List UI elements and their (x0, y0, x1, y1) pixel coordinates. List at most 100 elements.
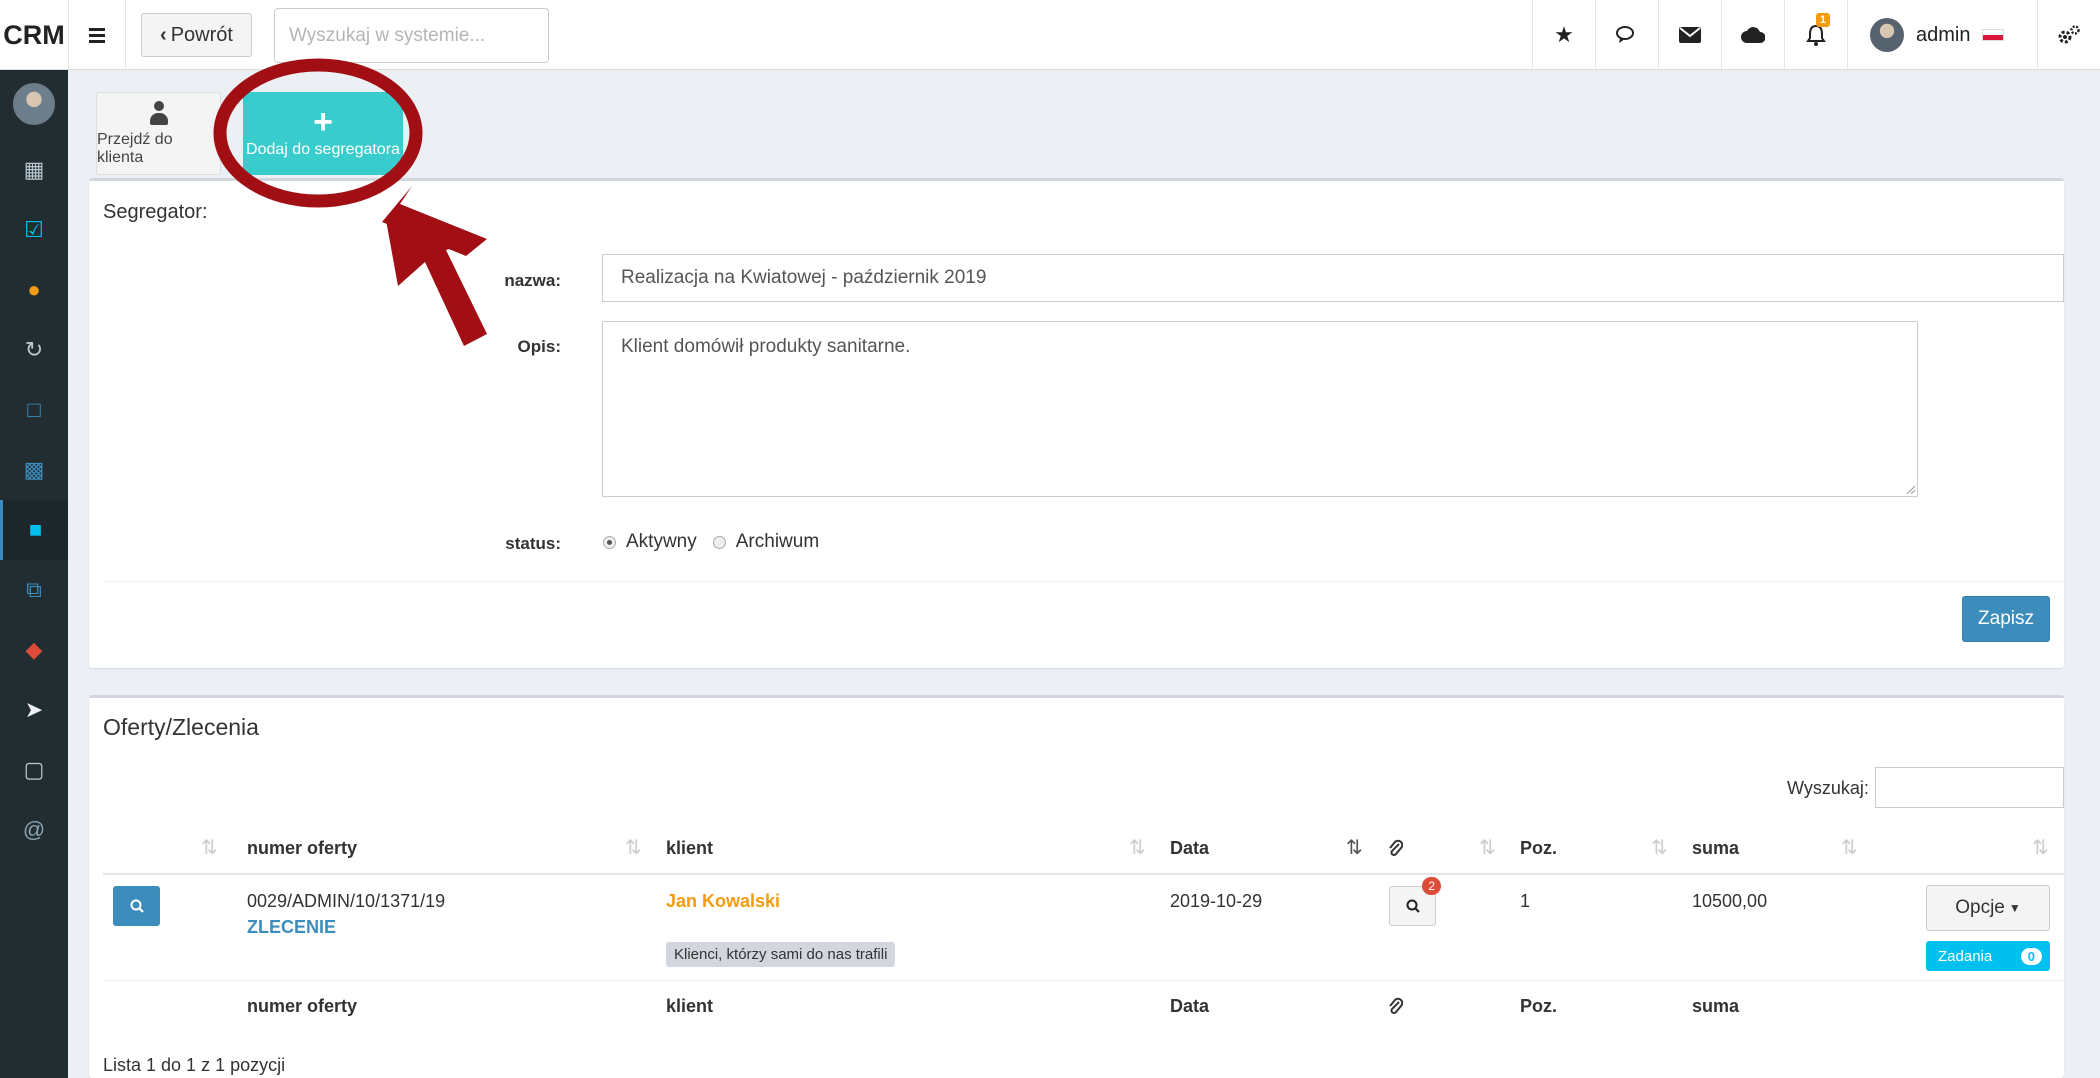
sidebar-item-refresh[interactable]: ↻ (0, 320, 68, 380)
form-divider (103, 581, 2064, 582)
chat-button[interactable] (1595, 0, 1658, 70)
sidebar-item-send[interactable]: ➤ (0, 680, 68, 740)
name-field[interactable]: Realizacja na Kwiatowej - październik 20… (602, 254, 2064, 302)
segregator-icon: ■ (28, 517, 43, 542)
settings-button[interactable] (2037, 0, 2100, 70)
back-button-label: Powrót (170, 23, 233, 46)
cloud-button[interactable] (1721, 0, 1784, 70)
column-header-positions[interactable]: Poz. (1520, 838, 1557, 859)
client-link[interactable]: Jan Kowalski (666, 891, 780, 912)
paperclip-icon (1389, 997, 1403, 1014)
chevron-left-icon: ‹ (160, 23, 167, 46)
brand-logo[interactable]: CRM (0, 0, 68, 70)
global-search-input[interactable] (274, 8, 549, 63)
save-button[interactable]: Zapisz (1962, 596, 2050, 642)
back-button[interactable]: ‹ Powrót (141, 13, 252, 57)
goto-client-button[interactable]: Przejdź do klienta (96, 92, 221, 175)
row-divider (103, 980, 2064, 981)
options-dropdown-button[interactable]: Opcje ▼ (1926, 885, 2050, 931)
offers-title: Oferty/Zlecenia (103, 714, 259, 740)
bell-icon (1806, 24, 1826, 46)
sort-icon[interactable]: ⇅ (1479, 835, 1496, 860)
at-icon: @ (22, 817, 46, 842)
offer-positions: 1 (1520, 891, 1531, 911)
description-value: Klient domówił produkty sanitarne. (621, 336, 911, 357)
sort-icon[interactable]: ⇅ (625, 835, 642, 860)
client-tag: Klienci, którzy sami do nas trafili (666, 942, 896, 967)
status-archive-radio[interactable] (712, 535, 726, 549)
calendar-icon: ▦ (23, 157, 45, 182)
paperclip-icon (1389, 839, 1403, 856)
sort-desc-icon[interactable]: ⇅ (1346, 835, 1363, 860)
footer-column-number: numer oferty (247, 996, 358, 1016)
offer-type-link[interactable]: ZLECENIE (247, 917, 336, 938)
sidebar-item-pdf[interactable]: ▩ (0, 440, 68, 500)
favorites-button[interactable]: ★ (1532, 0, 1595, 70)
segregator-title: Segregator: (103, 201, 208, 223)
ticket-icon: ◆ (25, 637, 43, 662)
sort-icon[interactable]: ⇅ (1651, 835, 1668, 860)
sort-icon[interactable]: ⇅ (2032, 835, 2049, 860)
attachments-button[interactable]: 2 (1389, 877, 1441, 926)
send-icon: ➤ (24, 697, 44, 722)
footer-column-client: klient (666, 996, 714, 1016)
star-icon: ★ (1554, 22, 1574, 47)
user-name: admin (1916, 23, 1971, 46)
footer-column-positions: Poz. (1520, 996, 1558, 1016)
offer-sum: 10500,00 (1692, 891, 1768, 911)
sidebar-item-users[interactable]: ● (0, 260, 68, 320)
footer-column-sum: suma (1692, 996, 1740, 1016)
sidebar-item-document[interactable]: □ (0, 380, 68, 440)
notification-badge: 1 (1815, 13, 1830, 27)
row-preview-button[interactable] (113, 886, 160, 926)
pagination-info: Lista 1 do 1 z 1 pozycji (103, 1055, 286, 1075)
envelope-icon (1679, 27, 1701, 43)
document-icon: □ (27, 397, 41, 422)
user-menu[interactable]: admin (1847, 0, 2037, 70)
sidebar-item-calendar[interactable]: ▦ (0, 140, 68, 200)
sidebar-item-segregator[interactable]: ■ (0, 500, 68, 560)
column-header-date[interactable]: Data (1170, 838, 1209, 859)
mail-button[interactable] (1658, 0, 1721, 70)
menu-toggle-button[interactable] (68, 0, 126, 70)
table-search-input[interactable] (1875, 767, 2064, 808)
footer-column-date: Data (1170, 996, 1210, 1016)
column-header-sum[interactable]: suma (1692, 838, 1739, 859)
status-active-radio[interactable] (603, 535, 616, 549)
sidebar-item-at[interactable]: @ (0, 800, 68, 860)
sort-icon[interactable]: ⇅ (1841, 835, 1858, 860)
search-icon (1406, 899, 1420, 913)
sidebar-item-calendar-check[interactable]: ☑ (0, 200, 68, 260)
sort-icon[interactable]: ⇅ (201, 835, 218, 860)
name-value: Realizacja na Kwiatowej - październik 20… (621, 267, 987, 288)
note-icon: ▢ (23, 757, 45, 782)
calendar-check-icon: ☑ (24, 217, 44, 242)
status-options: Aktywny Archiwum (603, 531, 819, 553)
offers-panel: Oferty/Zlecenia Wyszukaj: ⇅ numer oferty… (89, 695, 2064, 1078)
sidebar-avatar[interactable] (13, 83, 55, 125)
description-textarea[interactable]: Klient domówił produkty sanitarne. (602, 321, 1918, 497)
sidebar-item-ticket[interactable]: ◆ (0, 620, 68, 680)
tasks-count-badge: 0 (2020, 947, 2042, 965)
sidebar: ▦ ☑ ● ↻ □ ▩ ■ ⧉ ◆ ➤ ▢ @ (0, 70, 68, 1078)
goto-client-label: Przejdź do klienta (97, 130, 173, 166)
add-to-segregator-button[interactable]: + Dodaj do segregatora (243, 92, 403, 175)
copy-icon: ⧉ (26, 577, 42, 602)
sidebar-item-copy[interactable]: ⧉ (0, 560, 68, 620)
refresh-icon: ↻ (24, 337, 44, 362)
notifications-button[interactable]: 1 (1784, 0, 1847, 70)
gears-icon (2058, 25, 2080, 44)
polish-flag-icon (1982, 29, 2005, 41)
header-divider (103, 873, 2064, 875)
pdf-icon: ▩ (23, 457, 45, 482)
sort-icon[interactable]: ⇅ (1129, 835, 1146, 860)
tasks-button[interactable]: Zadania 0 (1926, 941, 2050, 971)
offer-number: 0029/ADMIN/10/1371/19 (247, 891, 446, 911)
resize-handle-icon (1906, 485, 1915, 494)
column-header-number[interactable]: numer oferty (247, 838, 357, 859)
sidebar-item-note[interactable]: ▢ (0, 740, 68, 800)
chat-icon (1616, 26, 1634, 43)
column-header-client[interactable]: klient (666, 838, 713, 859)
user-icon (149, 100, 169, 125)
hamburger-icon (89, 33, 105, 37)
